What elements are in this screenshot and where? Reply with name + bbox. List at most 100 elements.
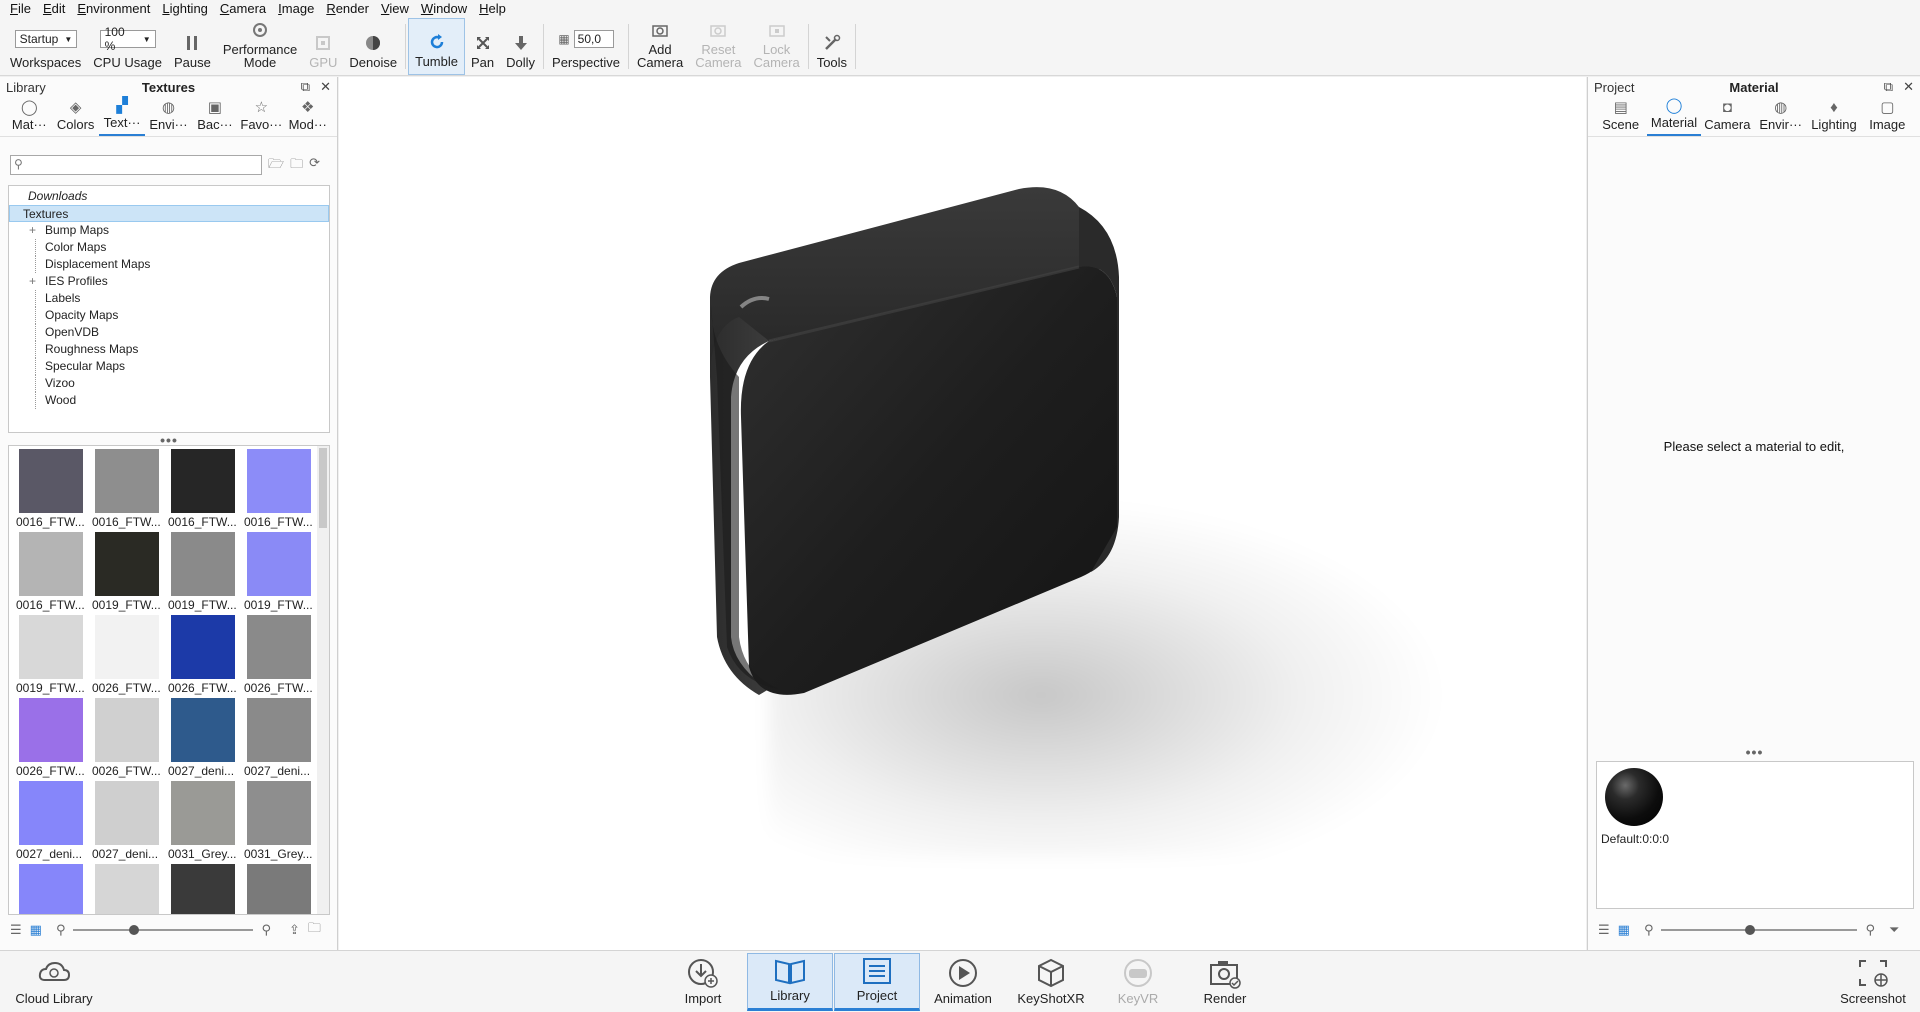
tab-colors[interactable]: ◈ Colors <box>52 97 98 136</box>
refresh-icon[interactable]: ⟳ <box>309 155 320 177</box>
render-viewport[interactable] <box>339 77 1586 950</box>
tab-favorites[interactable]: ☆ Favo··· <box>238 97 284 136</box>
menu-lighting[interactable]: Lighting <box>156 0 214 18</box>
texture-thumbnail[interactable]: 0026_FTW... <box>13 698 89 781</box>
tab-materials[interactable]: ◯ Mat··· <box>6 97 52 136</box>
thumbnail-size-slider[interactable] <box>73 925 254 935</box>
texture-thumbnail[interactable]: 0027_deni... <box>13 781 89 864</box>
pause-button[interactable]: Pause <box>168 18 217 75</box>
texture-thumbnail[interactable]: 0026_FTW... <box>241 615 317 698</box>
zoom-in-icon[interactable]: ⚲ <box>1865 922 1875 938</box>
texture-thumbnail[interactable]: 0031_Grey... <box>165 781 241 864</box>
texture-thumbnail[interactable]: 0027_deni... <box>89 781 165 864</box>
tree-item-openvdb[interactable]: OpenVDB <box>9 324 329 341</box>
tree-item-textures[interactable]: Textures <box>9 205 329 222</box>
texture-thumbnail[interactable]: 0027_deni... <box>165 698 241 781</box>
menu-view[interactable]: View <box>375 0 415 18</box>
library-toggle-button[interactable]: Library <box>747 953 833 1011</box>
texture-thumbnail[interactable]: 0031_Grey... <box>241 781 317 864</box>
denoise-button[interactable]: Denoise <box>343 18 403 75</box>
keyshotxr-button[interactable]: KeyShotXR <box>1015 953 1087 1011</box>
tree-item-wood[interactable]: Wood <box>9 392 329 409</box>
animation-button[interactable]: Animation <box>930 953 996 1011</box>
filter-icon[interactable]: ⏷ <box>1889 922 1899 938</box>
undock-icon[interactable]: ⧉ <box>1884 79 1893 95</box>
zoom-in-icon[interactable]: ⚲ <box>261 922 271 938</box>
tools-button[interactable]: Tools <box>811 18 853 75</box>
thumbnail-scrollbar[interactable] <box>317 446 329 914</box>
tree-item-vizoo[interactable]: Vizoo <box>9 375 329 392</box>
grid-view-icon[interactable]: ▦ <box>30 922 42 938</box>
folder-icon[interactable]: 🗀 <box>308 919 321 941</box>
performance-mode-button[interactable]: Performance Mode <box>217 18 303 75</box>
menu-help[interactable]: Help <box>473 0 512 18</box>
project-toggle-button[interactable]: Project <box>834 953 920 1011</box>
undock-icon[interactable]: ⧉ <box>301 79 310 95</box>
menu-render[interactable]: Render <box>320 0 375 18</box>
menu-environment[interactable]: Environment <box>71 0 156 18</box>
texture-thumbnail[interactable]: 0016_FTW... <box>13 449 89 532</box>
tree-item-bump-maps[interactable]: + Bump Maps <box>9 222 329 239</box>
close-icon[interactable]: ✕ <box>320 79 331 95</box>
texture-thumbnail[interactable]: 0016_FTW... <box>241 449 317 532</box>
tab-textures[interactable]: ▞ Text··· <box>98 97 146 136</box>
tab-environment[interactable]: ◍ Envir··· <box>1754 97 1807 136</box>
splitter-handle[interactable]: ••• <box>1588 744 1920 760</box>
tab-models[interactable]: ❖ Mod··· <box>285 97 331 136</box>
texture-thumbnail[interactable] <box>165 864 241 914</box>
tab-lighting[interactable]: ♦ Lighting <box>1807 97 1860 136</box>
tree-item-roughness-maps[interactable]: Roughness Maps <box>9 341 329 358</box>
list-view-icon[interactable]: ☰ <box>10 922 22 938</box>
tumble-button[interactable]: Tumble <box>408 18 465 75</box>
pan-button[interactable]: Pan <box>465 18 500 75</box>
slider-knob[interactable] <box>129 925 140 935</box>
zoom-out-icon[interactable]: ⚲ <box>1644 922 1654 938</box>
grid-view-icon[interactable]: ▦ <box>1618 922 1630 938</box>
texture-thumbnail[interactable] <box>241 864 317 914</box>
texture-thumbnail[interactable]: 0016_FTW... <box>13 532 89 615</box>
texture-thumbnail[interactable]: 0016_FTW... <box>165 449 241 532</box>
cpu-usage-select[interactable]: 100 % ▼ <box>99 25 156 53</box>
tree-item-color-maps[interactable]: Color Maps <box>9 239 329 256</box>
slider-knob[interactable] <box>1745 925 1756 935</box>
menu-camera[interactable]: Camera <box>214 0 272 18</box>
texture-thumbnail[interactable]: 0016_FTW... <box>89 449 165 532</box>
open-folder-icon[interactable]: 🗁 <box>268 155 284 177</box>
tree-item-ies-profiles[interactable]: + IES Profiles <box>9 273 329 290</box>
expand-icon[interactable]: + <box>29 222 36 239</box>
texture-thumbnail[interactable]: 0026_FTW... <box>89 615 165 698</box>
menu-window[interactable]: Window <box>415 0 473 18</box>
tab-material[interactable]: ◯ Material <box>1647 97 1701 136</box>
keyvr-button[interactable]: KeyVR <box>1110 953 1166 1011</box>
menu-edit[interactable]: Edit <box>37 0 71 18</box>
dolly-button[interactable]: Dolly <box>500 18 541 75</box>
texture-thumbnail[interactable]: 0027_deni... <box>241 698 317 781</box>
gpu-button[interactable]: GPU <box>303 18 343 75</box>
menu-image[interactable]: Image <box>272 0 320 18</box>
texture-thumbnail[interactable] <box>13 864 89 914</box>
material-preview-ball[interactable] <box>1605 768 1663 826</box>
tree-item-displacement-maps[interactable]: Displacement Maps <box>9 256 329 273</box>
screenshot-button[interactable]: Screenshot <box>1835 953 1911 1011</box>
texture-thumbnail[interactable]: 0019_FTW... <box>89 532 165 615</box>
cloud-library-button[interactable]: Cloud Library <box>12 953 96 1011</box>
menu-file[interactable]: File <box>4 0 37 18</box>
scrollbar-thumb[interactable] <box>319 448 327 528</box>
zoom-out-icon[interactable]: ⚲ <box>56 922 66 938</box>
tree-item-downloads[interactable]: Downloads <box>9 188 329 205</box>
tree-item-specular-maps[interactable]: Specular Maps <box>9 358 329 375</box>
upload-icon[interactable]: ⇪ <box>289 922 300 938</box>
reset-camera-button[interactable]: Reset Camera <box>689 18 747 75</box>
tree-item-labels[interactable]: Labels <box>9 290 329 307</box>
tree-item-opacity-maps[interactable]: Opacity Maps <box>9 307 329 324</box>
texture-thumbnail[interactable] <box>89 864 165 914</box>
list-view-icon[interactable]: ☰ <box>1598 922 1610 938</box>
lock-camera-button[interactable]: Lock Camera <box>747 18 805 75</box>
texture-thumbnail[interactable]: 0019_FTW... <box>241 532 317 615</box>
texture-thumbnail[interactable]: 0026_FTW... <box>89 698 165 781</box>
add-camera-button[interactable]: Add Camera <box>631 18 689 75</box>
render-button[interactable]: Render <box>1195 953 1255 1011</box>
texture-thumbnail[interactable]: 0019_FTW... <box>13 615 89 698</box>
add-folder-icon[interactable]: 🗀 <box>290 155 303 177</box>
tab-scene[interactable]: ▤ Scene <box>1594 97 1647 136</box>
